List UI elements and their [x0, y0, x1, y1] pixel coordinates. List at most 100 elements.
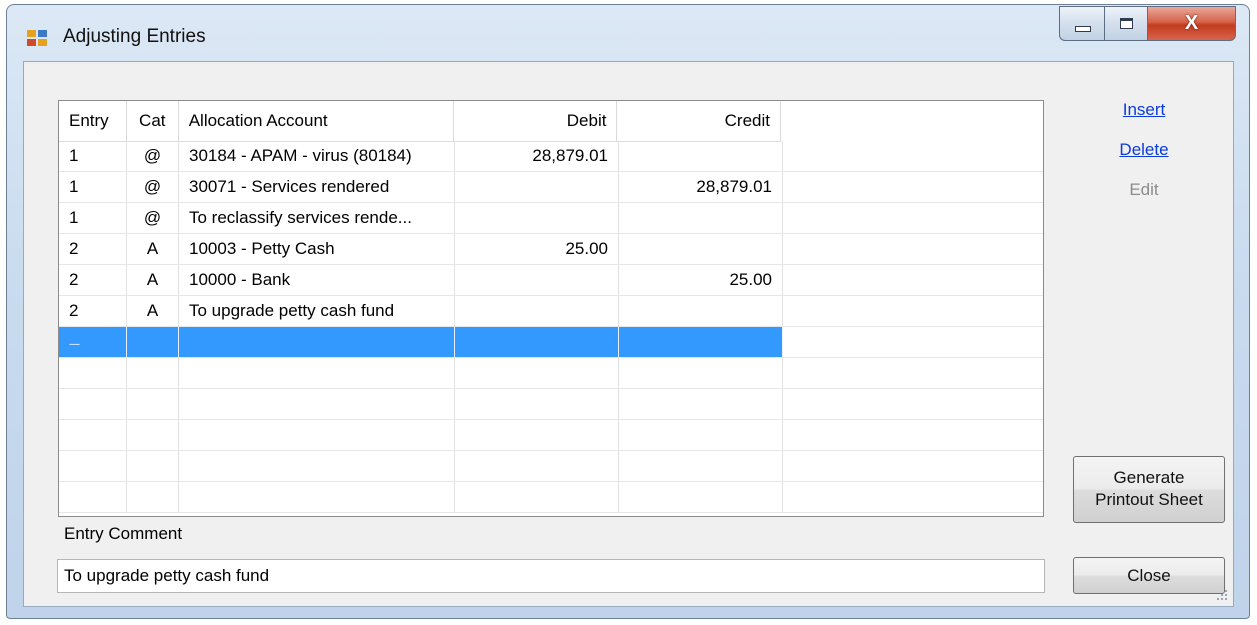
cell-allocation-account[interactable]	[179, 327, 455, 357]
table-row[interactable]: 2 A To upgrade petty cash fund	[59, 296, 1043, 327]
cell-entry[interactable]: 1	[59, 141, 127, 171]
cell-debit[interactable]: 25.00	[455, 234, 619, 264]
close-button[interactable]: Close	[1073, 557, 1225, 594]
cell-filler	[783, 172, 1043, 202]
cell-cat	[127, 358, 179, 388]
cell-credit[interactable]	[619, 203, 783, 233]
cell-debit	[455, 420, 619, 450]
entry-comment-field[interactable]: To upgrade petty cash fund	[57, 559, 1045, 593]
cell-entry[interactable]: 2	[59, 265, 127, 295]
cell-cat[interactable]: A	[127, 234, 179, 264]
new-row-marker: -----	[69, 339, 80, 349]
cell-filler	[783, 482, 1043, 512]
cell-credit	[619, 420, 783, 450]
cell-entry	[59, 451, 127, 481]
entries-grid[interactable]: Entry Cat Allocation Account Debit Credi…	[58, 100, 1044, 517]
column-header-cat[interactable]: Cat	[127, 101, 179, 141]
selected-new-row[interactable]: -----	[59, 327, 1043, 358]
cell-allocation-account[interactable]: 10003 - Petty Cash	[179, 234, 455, 264]
cell-cat[interactable]: @	[127, 141, 179, 171]
cell-debit[interactable]	[455, 265, 619, 295]
cell-allocation-account	[179, 389, 455, 419]
minimize-icon	[1074, 25, 1091, 32]
cell-debit	[455, 451, 619, 481]
cell-debit[interactable]	[455, 327, 619, 357]
cell-credit	[619, 358, 783, 388]
column-header-entry[interactable]: Entry	[59, 101, 127, 141]
cell-filler	[783, 265, 1043, 295]
cell-entry[interactable]: 2	[59, 234, 127, 264]
row-actions: Insert Delete Edit	[1104, 98, 1184, 218]
cell-allocation-account[interactable]: To upgrade petty cash fund	[179, 296, 455, 326]
cell-credit[interactable]: 25.00	[619, 265, 783, 295]
cell-entry	[59, 482, 127, 512]
empty-row	[59, 482, 1043, 513]
cell-cat[interactable]: A	[127, 296, 179, 326]
cell-entry[interactable]: 2	[59, 296, 127, 326]
table-row[interactable]: 1 @ 30071 - Services rendered 28,879.01	[59, 172, 1043, 203]
cell-credit	[619, 389, 783, 419]
cell-debit	[455, 358, 619, 388]
grid-header: Entry Cat Allocation Account Debit Credi…	[59, 101, 781, 142]
generate-printout-sheet-button[interactable]: Generate Printout Sheet	[1073, 456, 1225, 523]
delete-link[interactable]: Delete	[1104, 138, 1184, 178]
cell-entry[interactable]: 1	[59, 172, 127, 202]
column-header-credit[interactable]: Credit	[617, 101, 781, 141]
cell-allocation-account	[179, 482, 455, 512]
cell-filler	[783, 141, 1043, 171]
maximize-button[interactable]	[1104, 6, 1148, 41]
cell-filler	[783, 420, 1043, 450]
cell-allocation-account[interactable]: 30071 - Services rendered	[179, 172, 455, 202]
cell-filler	[783, 234, 1043, 264]
maximize-icon	[1120, 18, 1133, 29]
cell-cat[interactable]: @	[127, 203, 179, 233]
generate-button-line1: Generate	[1113, 468, 1185, 487]
cell-entry	[59, 420, 127, 450]
cell-entry	[59, 358, 127, 388]
cell-cat[interactable]	[127, 327, 179, 357]
cell-credit[interactable]	[619, 141, 783, 171]
cell-debit[interactable]	[455, 296, 619, 326]
close-icon: X	[1184, 12, 1199, 34]
cell-debit[interactable]	[455, 172, 619, 202]
cell-allocation-account[interactable]: 30184 - APAM - virus (80184)	[179, 141, 455, 171]
cell-credit	[619, 451, 783, 481]
empty-row	[59, 451, 1043, 482]
cell-allocation-account	[179, 420, 455, 450]
cell-filler	[783, 296, 1043, 326]
resize-grip-icon[interactable]	[1213, 586, 1227, 600]
cell-debit	[455, 389, 619, 419]
window-title: Adjusting Entries	[63, 26, 206, 47]
cell-cat	[127, 451, 179, 481]
cell-cat	[127, 420, 179, 450]
empty-row	[59, 420, 1043, 451]
table-row[interactable]: 2 A 10000 - Bank 25.00	[59, 265, 1043, 296]
cell-allocation-account[interactable]: To reclassify services rende...	[179, 203, 455, 233]
column-header-debit[interactable]: Debit	[454, 101, 618, 141]
table-row[interactable]: 1 @ To reclassify services rende...	[59, 203, 1043, 234]
cell-credit[interactable]	[619, 296, 783, 326]
insert-link[interactable]: Insert	[1104, 98, 1184, 138]
cell-credit[interactable]	[619, 327, 783, 357]
cell-cat[interactable]: @	[127, 172, 179, 202]
table-row[interactable]: 1 @ 30184 - APAM - virus (80184) 28,879.…	[59, 141, 1043, 172]
cell-credit	[619, 482, 783, 512]
cell-allocation-account	[179, 358, 455, 388]
cell-debit[interactable]: 28,879.01	[455, 141, 619, 171]
cell-entry[interactable]: 1	[59, 203, 127, 233]
cell-cat	[127, 482, 179, 512]
table-row[interactable]: 2 A 10003 - Petty Cash 25.00	[59, 234, 1043, 265]
cell-filler	[783, 203, 1043, 233]
cell-allocation-account[interactable]: 10000 - Bank	[179, 265, 455, 295]
cell-debit[interactable]	[455, 203, 619, 233]
cell-entry[interactable]: -----	[59, 327, 127, 357]
title-bar[interactable]: Adjusting Entries X	[7, 5, 1249, 61]
cell-credit[interactable]: 28,879.01	[619, 172, 783, 202]
column-header-allocation-account[interactable]: Allocation Account	[179, 101, 454, 141]
close-window-button[interactable]: X	[1147, 6, 1236, 41]
cell-cat[interactable]: A	[127, 265, 179, 295]
minimize-button[interactable]	[1059, 6, 1105, 41]
adjusting-entries-window: Adjusting Entries X Entry Cat Allocation…	[6, 4, 1250, 619]
cell-credit[interactable]	[619, 234, 783, 264]
cell-entry	[59, 389, 127, 419]
